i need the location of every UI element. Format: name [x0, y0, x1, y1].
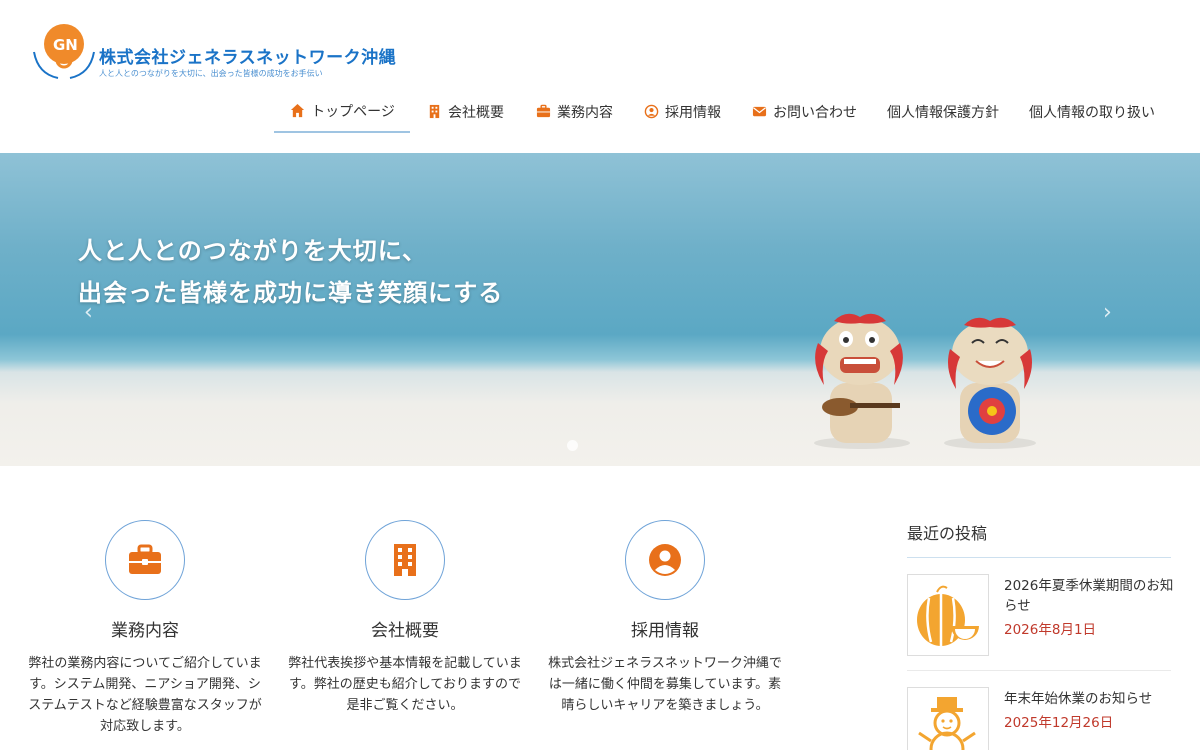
post-title[interactable]: 年末年始休業のお知らせ: [1004, 689, 1174, 709]
home-icon: [289, 103, 305, 119]
feature-services[interactable]: 業務内容 弊社の業務内容についてご紹介しています。システム開発、ニアショア開発、…: [25, 520, 265, 737]
slider-prev-arrow[interactable]: ‹: [84, 300, 93, 325]
nav-item-privacy-policy[interactable]: 個人情報保護方針: [887, 90, 999, 133]
feature-icon-circle[interactable]: [365, 520, 445, 600]
hero-slider: 人と人とのつながりを大切に、 出会った皆様を成功に導き笑顔にする ‹ ›: [0, 153, 1200, 466]
nav-item-services[interactable]: 業務内容: [535, 90, 613, 133]
nav-label: 採用情報: [665, 104, 721, 121]
feature-description: 弊社の業務内容についてご紹介しています。システム開発、ニアショア開発、システムテ…: [28, 656, 262, 734]
feature-title[interactable]: 業務内容: [25, 616, 265, 641]
feature-icon-circle[interactable]: [105, 520, 185, 600]
nav-label: 業務内容: [557, 104, 613, 121]
slider-next-arrow[interactable]: ›: [1103, 300, 1112, 325]
company-name[interactable]: 株式会社ジェネラスネットワーク沖縄: [99, 43, 396, 68]
feature-company[interactable]: 会社概要 弊社代表挨拶や基本情報を記載しています。弊社の歴史も紹介しておりますの…: [285, 520, 525, 716]
hero-headline-line2: 出会った皆様を成功に導き笑顔にする: [78, 279, 504, 307]
briefcase-icon: [535, 104, 551, 120]
nav-label: 会社概要: [448, 104, 504, 121]
nav-label: トップページ: [311, 103, 395, 120]
main-nav: トップページ 会社概要 業務内容 採用情報 お問い合わせ 個人情報保護方針 個人…: [0, 90, 1200, 133]
feature-recruit[interactable]: 採用情報 株式会社ジェネラスネットワーク沖縄では一緒に働く仲間を募集しています。…: [545, 520, 785, 716]
shisa-figurines-image: [814, 313, 1036, 449]
building-icon: [394, 544, 416, 576]
site-header: GN 株式会社ジェネラスネットワーク沖縄 人と人とのつながりを大切に、出会った皆…: [0, 0, 1200, 153]
envelope-icon: [751, 104, 767, 120]
feature-title[interactable]: 会社概要: [285, 616, 525, 641]
user-circle-icon: [643, 104, 659, 120]
slider-indicator-dot[interactable]: [567, 440, 578, 451]
user-circle-icon: [649, 544, 681, 576]
watermelon-icon[interactable]: [907, 574, 989, 656]
post-date: 2026年8月1日: [1004, 622, 1097, 638]
building-icon: [426, 104, 442, 120]
recent-posts-widget: 最近の投稿 2026年夏季休業期間のお知らせ 2026年8月1日 年末年始休業の…: [907, 520, 1174, 750]
nav-label: お問い合わせ: [773, 104, 857, 121]
briefcase-icon: [129, 544, 161, 574]
feature-title[interactable]: 採用情報: [545, 616, 785, 641]
feature-description: 弊社代表挨拶や基本情報を記載しています。弊社の歴史も紹介しておりますので是非ご覧…: [288, 656, 522, 713]
list-item[interactable]: 年末年始休業のお知らせ 2025年12月26日: [907, 671, 1171, 750]
nav-item-recruit[interactable]: 採用情報: [643, 90, 721, 133]
nav-item-contact[interactable]: お問い合わせ: [751, 90, 857, 133]
snowman-icon[interactable]: [907, 687, 989, 750]
hero-headline-line1: 人と人とのつながりを大切に、: [78, 237, 428, 265]
widget-title: 最近の投稿: [907, 520, 1171, 558]
list-item[interactable]: 2026年夏季休業期間のお知らせ 2026年8月1日: [907, 558, 1174, 671]
post-title[interactable]: 2026年夏季休業期間のお知らせ: [1004, 576, 1174, 616]
feature-icon-circle[interactable]: [625, 520, 705, 600]
nav-label: 個人情報の取り扱い: [1029, 104, 1155, 121]
nav-item-privacy-handling[interactable]: 個人情報の取り扱い: [1029, 90, 1155, 133]
nav-item-top[interactable]: トップページ: [274, 90, 410, 133]
feature-description: 株式会社ジェネラスネットワーク沖縄では一緒に働く仲間を募集しています。素晴らしい…: [548, 656, 782, 713]
post-date: 2025年12月26日: [1004, 715, 1114, 731]
tagline: 人と人とのつながりを大切に、出会った皆様の成功をお手伝い: [99, 69, 323, 78]
nav-label: 個人情報保護方針: [887, 104, 999, 121]
svg-text:GN: GN: [53, 36, 78, 54]
nav-item-company[interactable]: 会社概要: [426, 90, 504, 133]
company-logo[interactable]: GN: [28, 22, 100, 82]
